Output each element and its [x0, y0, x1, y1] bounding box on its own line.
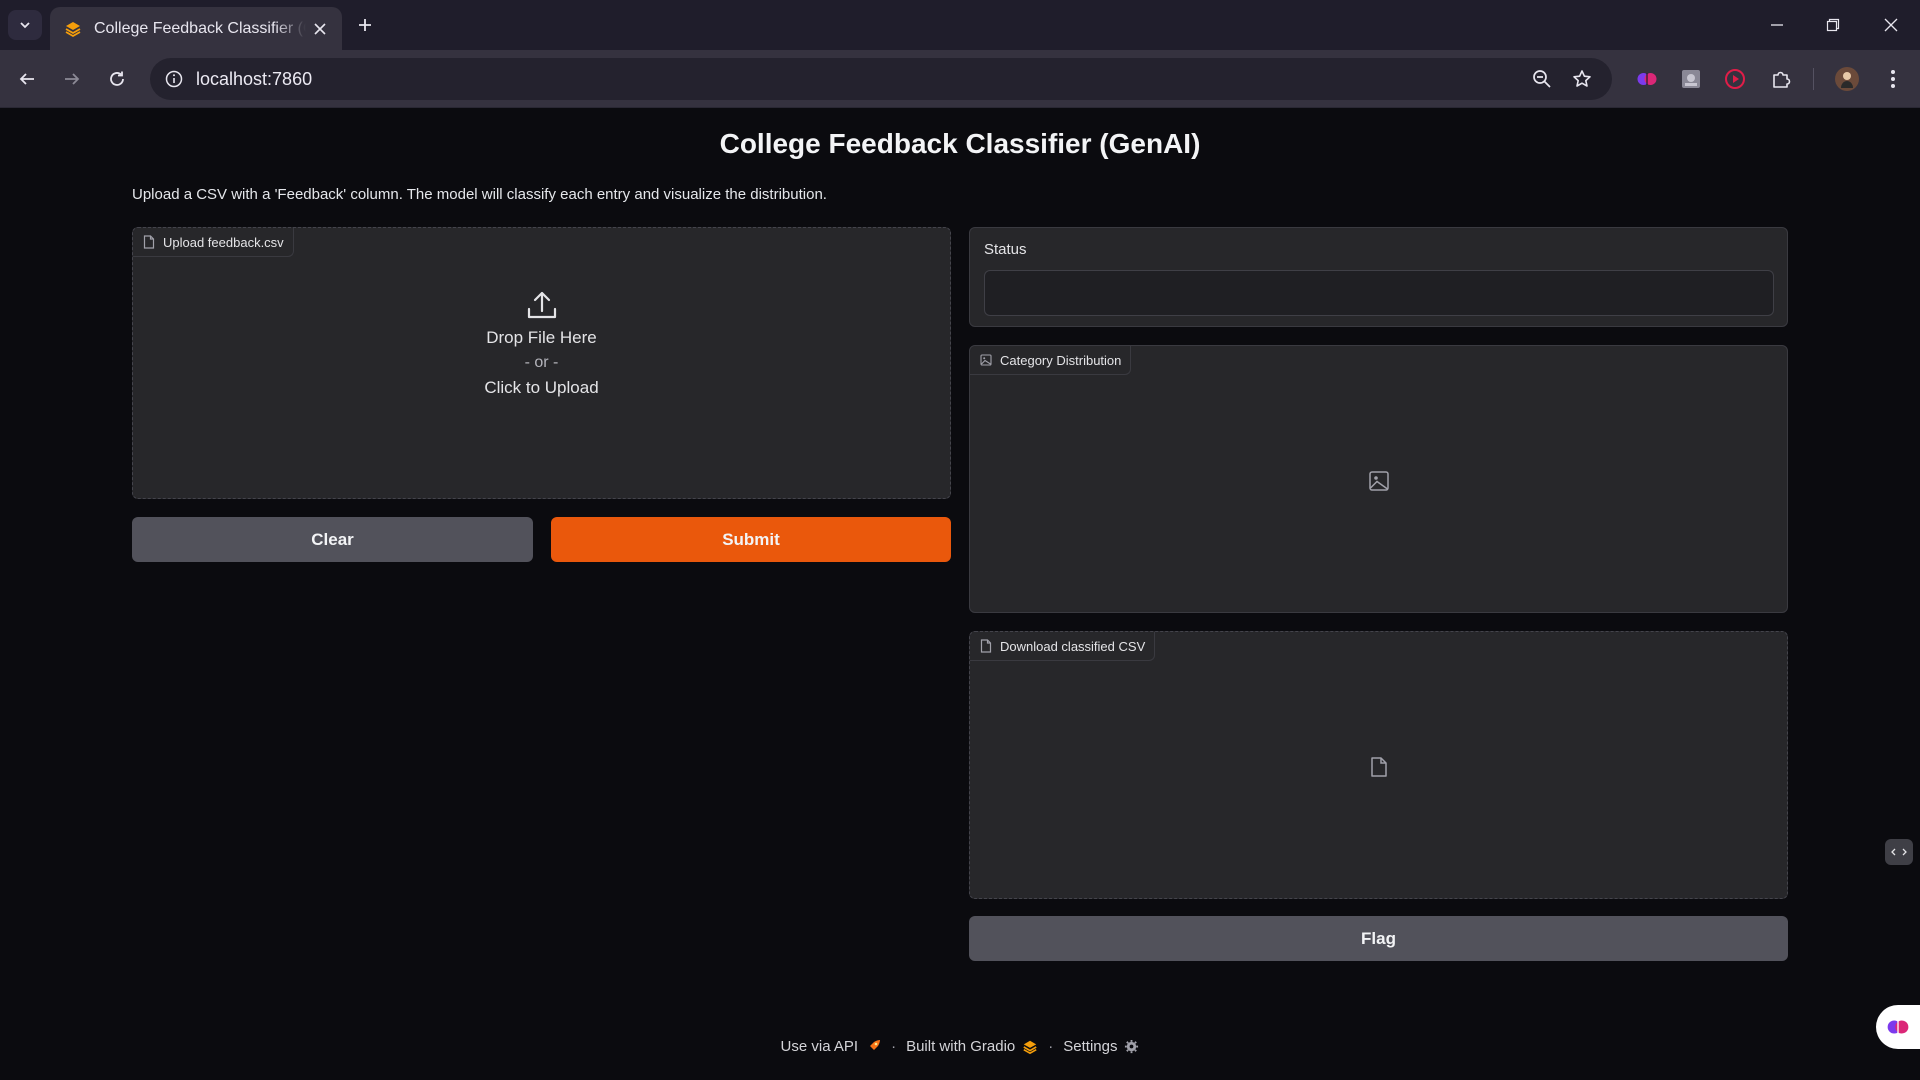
browser-tabstrip: College Feedback Classifier (GenAI) — [0, 0, 1920, 50]
built-with-gradio-text: Built with Gradio — [906, 1038, 1016, 1055]
extension-button-1[interactable] — [1632, 64, 1662, 94]
restore-button[interactable] — [1818, 10, 1848, 40]
or-text: - or - — [524, 354, 559, 371]
arrow-right-icon — [65, 73, 80, 85]
file-upload-block[interactable]: Upload feedback.csv Drop File Here - or … — [132, 227, 951, 499]
chart-label-chip: Category Distribution — [970, 346, 1132, 375]
tab-title: College Feedback Classifier (GenAI) — [94, 19, 306, 37]
gradio-logo-icon — [65, 21, 81, 37]
zoom-out-icon — [1533, 70, 1551, 88]
info-icon — [165, 70, 183, 88]
brain-extension-icon — [1637, 73, 1657, 85]
gear-icon — [1125, 1039, 1139, 1054]
download-label-chip: Download classified CSV — [970, 632, 1156, 661]
toolbar-separator — [1813, 68, 1814, 90]
reload-button[interactable] — [102, 64, 132, 94]
status-textbox[interactable] — [984, 270, 1774, 316]
file-icon — [980, 639, 992, 653]
submit-button[interactable]: Submit — [551, 517, 951, 562]
image-icon — [980, 354, 992, 366]
status-label: Status — [984, 241, 1027, 258]
forward-button[interactable] — [57, 64, 87, 94]
address-bar[interactable]: localhost:7860 — [150, 58, 1612, 100]
minimize-button[interactable] — [1762, 10, 1792, 40]
close-icon — [1884, 18, 1898, 32]
profile-button[interactable] — [1832, 64, 1862, 94]
extension-button-3[interactable] — [1720, 64, 1750, 94]
url-text: localhost:7860 — [196, 69, 313, 89]
flag-button[interactable]: Flag — [969, 916, 1788, 961]
puzzle-icon — [1773, 71, 1791, 88]
plus-icon — [359, 19, 371, 31]
drop-file-text: Drop File Here — [486, 328, 597, 347]
category-distribution-block: Category Distribution — [969, 345, 1788, 613]
tab-search-button[interactable] — [8, 10, 42, 40]
browser-menu-button[interactable] — [1878, 64, 1908, 94]
chart-label: Category Distribution — [1000, 352, 1122, 368]
extensions-menu-button[interactable] — [1766, 64, 1796, 94]
tab-close-button[interactable] — [310, 19, 330, 39]
extension-floating-button[interactable] — [1876, 1005, 1920, 1049]
settings-text: Settings — [1063, 1038, 1118, 1055]
rocket-icon — [869, 1039, 881, 1051]
upload-icon — [525, 288, 559, 322]
upload-label: Upload feedback.csv — [163, 234, 284, 250]
side-panel-toggle[interactable] — [1885, 839, 1913, 865]
close-icon — [314, 23, 326, 35]
file-placeholder-icon — [1371, 757, 1387, 777]
chevron-down-icon — [20, 22, 30, 29]
gradio-page: College Feedback Classifier (GenAI) Uplo… — [0, 109, 1920, 1080]
browser-toolbar: localhost:7860 — [0, 50, 1920, 108]
close-window-button[interactable] — [1876, 10, 1906, 40]
built-with-gradio-link[interactable]: Built with Gradio — [906, 1038, 1038, 1055]
clear-button[interactable]: Clear — [132, 517, 533, 562]
image-extension-icon — [1682, 70, 1700, 88]
image-placeholder-icon — [1369, 471, 1389, 491]
file-icon — [143, 235, 155, 249]
restore-icon — [1826, 18, 1840, 32]
browser-tab[interactable]: College Feedback Classifier (GenAI) — [50, 7, 342, 50]
avatar — [1835, 67, 1859, 91]
arrow-left-icon — [19, 73, 34, 85]
code-icon — [1891, 848, 1907, 856]
minimize-icon — [1771, 24, 1783, 26]
download-label: Download classified CSV — [1000, 638, 1146, 654]
settings-link[interactable]: Settings — [1063, 1038, 1139, 1055]
record-extension-icon — [1725, 69, 1745, 89]
gradio-logo-icon — [1023, 1040, 1037, 1054]
download-file-block[interactable]: Download classified CSV — [969, 631, 1788, 899]
use-via-api-link[interactable]: Use via API — [781, 1038, 882, 1055]
page-description: Upload a CSV with a 'Feedback' column. T… — [132, 186, 827, 203]
upload-dropzone[interactable]: Drop File Here - or - Click to Upload — [133, 288, 950, 398]
click-to-upload-text: Click to Upload — [484, 378, 599, 397]
star-icon — [1573, 70, 1591, 87]
footer: Use via API · Built with Gradio · Settin… — [0, 1038, 1920, 1055]
footer-separator: · — [891, 1038, 897, 1055]
reload-icon — [110, 71, 124, 86]
footer-separator: · — [1048, 1038, 1054, 1055]
back-button[interactable] — [12, 64, 42, 94]
new-tab-button[interactable] — [352, 12, 378, 38]
site-info-button[interactable] — [162, 67, 186, 91]
page-title: College Feedback Classifier (GenAI) — [719, 128, 1201, 159]
use-via-api-text: Use via API — [780, 1038, 859, 1055]
zoom-button[interactable] — [1530, 67, 1554, 91]
extension-button-2[interactable] — [1676, 64, 1706, 94]
brain-extension-icon — [1887, 1020, 1909, 1034]
kebab-menu-icon — [1891, 70, 1895, 88]
bookmark-button[interactable] — [1570, 67, 1594, 91]
upload-label-chip: Upload feedback.csv — [133, 228, 294, 257]
status-block: Status — [969, 227, 1788, 327]
